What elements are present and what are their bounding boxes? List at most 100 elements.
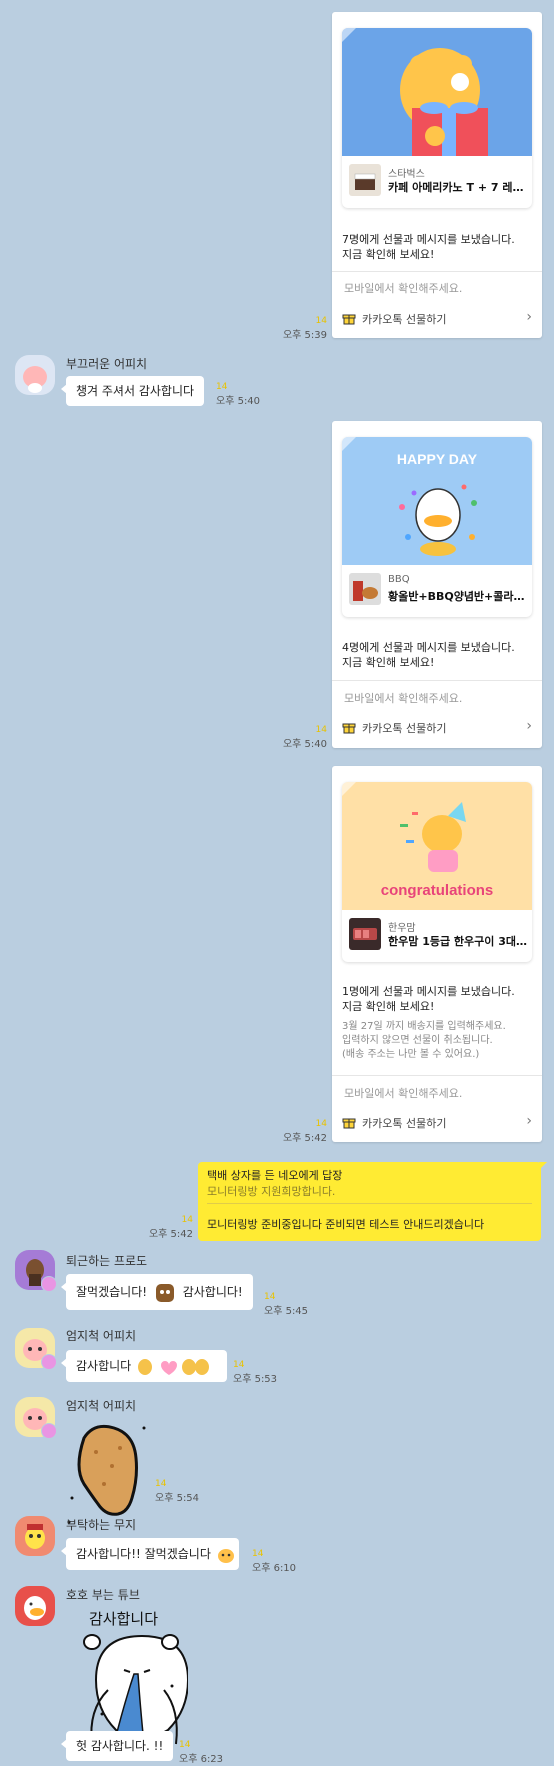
kakao-gift-link[interactable]: 카카오톡 선물하기 › [342,1113,532,1133]
gift-product-panel[interactable]: congratulations 한우맘 한우맘 1등급 한우구이 3대천... [342,782,532,962]
gift-card-starbucks[interactable]: 스타벅스 카페 아메리카노 T + 7 레이어. 7명에게 선물과 메시지를 보… [332,12,542,338]
gift-product-panel[interactable]: HAPPY DAY BBQ 황올반+BBQ양념반+콜라1.2. [342,437,532,617]
reply-text: 모니터링방 준비중입니다 준비되면 테스트 안내드리겠습니다 [207,1218,485,1231]
crown-badge-icon [41,1354,57,1370]
product-thumbnail [349,573,381,605]
fried-chicken-sticker[interactable] [64,1418,154,1528]
message-text: 감사합니다! [182,1285,243,1299]
message-meta: 14 오후 5:45 [264,1292,308,1317]
gift-message-line: 4명에게 선물과 메시지를 보냈습니다. [342,641,515,654]
gift-message-line: 지금 확인해 보세요! [342,1000,435,1013]
gift-box-icon [342,723,356,734]
muzi-avatar-icon [25,1524,45,1549]
mobile-note: 모바일에서 확인해주세요. [344,282,463,295]
timestamp: 오후 5:39 [282,330,327,341]
kakao-gift-link[interactable]: 카카오톡 선물하기 › [342,718,532,738]
avatar[interactable] [15,355,55,395]
product-thumbnail [349,918,381,950]
message-meta: 14 오후 5:39 [283,316,327,341]
reply-bubble[interactable]: 택배 상자를 든 네오에게 답장 모니터링방 지원희망합니다. 모니터링방 준비… [198,1162,547,1241]
gift-message-line: 7명에게 선물과 메시지를 보냈습니다. [342,233,515,246]
gift-message-line: 지금 확인해 보세요! [342,656,435,669]
unread-count: 14 [315,316,327,326]
gift-message: 4명에게 선물과 메시지를 보냈습니다. 지금 확인해 보세요! [342,640,542,670]
unread-count: 14 [155,1479,167,1489]
avatar[interactable] [15,1250,57,1292]
gift-card-hanwoomom[interactable]: congratulations 한우맘 한우맘 1등급 한우구이 3대천... … [332,766,542,1142]
message-bubble[interactable]: 헛 감사합니다. !! [60,1731,174,1761]
message-bubble[interactable]: 감사합니다 [61,1350,227,1382]
delivery-notice: 3월 27일 까지 배송지를 입력해주세요. 입력하지 않으면 선물이 취소됩니… [342,1020,542,1062]
sender-name: 부탁하는 무지 [66,1518,137,1532]
gift-message: 7명에게 선물과 메시지를 보냈습니다. 지금 확인해 보세요! [342,232,542,262]
avatar[interactable] [15,1397,57,1439]
timestamp: 오후 5:40 [282,739,327,750]
unread-count: 14 [181,1215,193,1225]
gift-product-row[interactable]: BBQ 황올반+BBQ양념반+콜라1.2. [342,565,532,617]
unread-count: 14 [315,1119,327,1129]
tube-party-illustration [399,484,477,556]
message-text: 감사합니다 [76,1359,132,1373]
gift-product-panel[interactable]: 스타벅스 카페 아메리카노 T + 7 레이어. [342,28,532,208]
timestamp: 오후 6:10 [252,1563,297,1574]
timestamp: 오후 5:45 [264,1306,309,1317]
sender-name: 엄지척 어피치 [66,1329,137,1343]
message-meta: 14 오후 5:40 [283,725,327,750]
sender-name: 부끄러운 어피치 [66,357,148,371]
product-name: 카페 아메리카노 T + 7 레이어. [388,181,528,194]
avatar[interactable] [15,1516,55,1556]
reply-title: 택배 상자를 든 네오에게 답장 [207,1169,343,1182]
divider [332,1075,542,1076]
apeach-avatar-icon [23,366,47,393]
gift-product-row[interactable]: 스타벅스 카페 아메리카노 T + 7 레이어. [342,156,532,208]
gift-message-line: 지금 확인해 보세요! [342,248,435,261]
message-meta: 14 오후 5:40 [216,382,260,407]
crown-badge-icon [41,1276,57,1292]
timestamp: 오후 5:53 [233,1374,278,1385]
mobile-note: 모바일에서 확인해주세요. [344,1087,463,1100]
reply-quote: 모니터링방 지원희망합니다. [207,1185,336,1198]
gift-image-congratulations: congratulations [342,782,532,910]
mobile-note: 모바일에서 확인해주세요. [344,692,463,705]
gift-box-icon [342,1118,356,1129]
product-name: 한우맘 1등급 한우구이 3대천... [388,935,528,948]
product-thumbnail [349,164,381,196]
frodo-emoticon-icon [155,1283,174,1302]
timestamp: 오후 5:42 [282,1133,327,1144]
gift-image-happy-day: HAPPY DAY [342,437,532,565]
message-meta: 14 오후 6:23 [179,1740,223,1765]
kakao-gift-link[interactable]: 카카오톡 선물하기 › [342,309,532,329]
muzi-emoticon-icon [217,1548,234,1563]
timestamp: 오후 5:54 [155,1493,200,1504]
kakao-gift-label: 카카오톡 선물하기 [362,722,447,735]
unread-count: 14 [264,1292,276,1302]
chevron-right-icon: › [526,1113,532,1129]
kakao-gift-label: 카카오톡 선물하기 [362,313,447,326]
notice-line: 3월 27일 까지 배송지를 입력해주세요. [342,1021,506,1032]
kakao-gift-label: 카카오톡 선물하기 [362,1117,447,1130]
message-meta: 14 오후 5:53 [233,1360,277,1385]
avatar[interactable] [15,1328,57,1370]
unread-count: 14 [216,382,228,392]
clapping-emoticons-icon [138,1358,210,1375]
corner-fold [342,28,356,42]
unread-count: 14 [179,1740,191,1750]
unread-count: 14 [252,1549,264,1559]
gift-card-bbq[interactable]: HAPPY DAY BBQ 황올반+BBQ양념반+콜라1.2. 4명에게 선물과… [332,421,542,748]
product-brand: 스타벅스 [388,169,425,180]
product-brand: BBQ [388,574,410,585]
notice-line: (배송 주소는 나만 볼 수 있어요.) [342,1049,480,1060]
reply-divider [207,1203,532,1204]
message-bubble[interactable]: 챙겨 주셔서 감사합니다 [60,376,205,406]
gift-image-ryan [342,28,532,156]
crown-badge-icon [41,1423,57,1439]
product-name: 황올반+BBQ양념반+콜라1.2. [388,590,528,603]
sticker-caption: 감사합니다 [89,1610,159,1628]
chevron-right-icon: › [526,309,532,325]
message-bubble[interactable]: 감사합니다!! 잘먹겠습니다 [61,1538,239,1570]
sender-name: 퇴근하는 프로도 [66,1254,148,1268]
divider [332,680,542,681]
message-bubble[interactable]: 잘먹겠습니다! 감사합니다! [61,1274,253,1310]
gift-product-row[interactable]: 한우맘 한우맘 1등급 한우구이 3대천... [342,910,532,962]
avatar[interactable] [15,1586,55,1626]
